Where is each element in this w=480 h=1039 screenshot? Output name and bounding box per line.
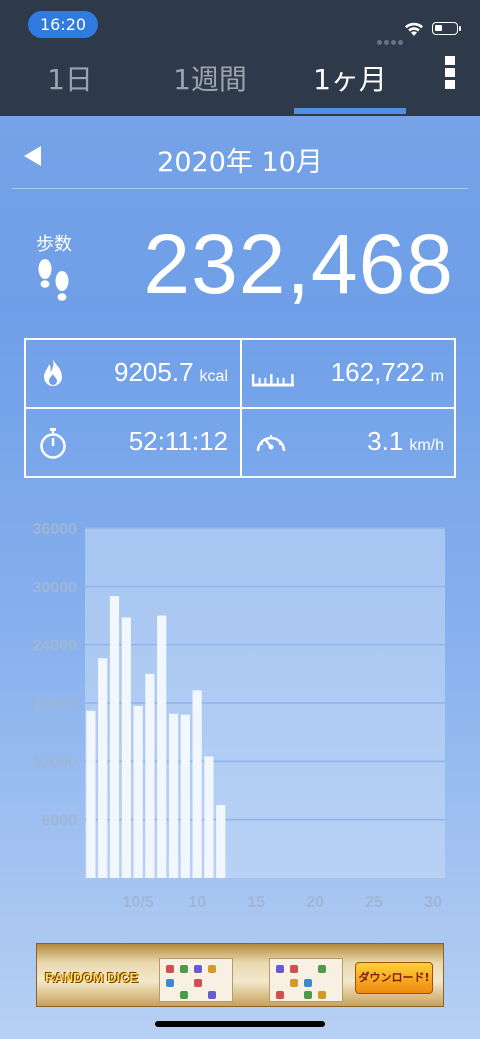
- wifi-icon: [405, 22, 423, 36]
- bar: [192, 690, 202, 878]
- status-bar: 16:20: [0, 0, 480, 48]
- y-tick-label: 30000: [33, 579, 78, 596]
- y-tick-label: 18000: [33, 696, 78, 713]
- x-tick-label: 25: [365, 894, 383, 911]
- steps-total: 232,468: [143, 217, 454, 311]
- cellular-signal-icon: [377, 30, 405, 49]
- steps-label: 歩数: [36, 234, 72, 255]
- footprints-icon: [38, 259, 69, 301]
- duration-cell: 52:11:12: [26, 409, 240, 476]
- y-tick-label: 6000: [41, 813, 77, 830]
- bar: [168, 713, 179, 878]
- bar: [86, 710, 96, 878]
- battery-icon: [432, 22, 461, 35]
- y-tick-label: 36000: [33, 521, 78, 538]
- y-tick-label: 12000: [33, 754, 78, 771]
- home-indicator[interactable]: [155, 1021, 325, 1027]
- ad-download-button[interactable]: ダウンロード!: [355, 962, 433, 994]
- stopwatch-icon: [40, 428, 66, 459]
- ruler-icon: [251, 374, 295, 387]
- divider: [12, 188, 468, 189]
- bar: [109, 596, 120, 878]
- tab-month[interactable]: 1ヶ月: [294, 60, 406, 100]
- active-tab-indicator: [294, 108, 406, 114]
- status-time: 16:20: [28, 11, 98, 38]
- ad-game-board: [159, 958, 233, 1002]
- calories-value: 9205.7 kcal: [114, 357, 228, 387]
- x-tick-label: 30: [424, 894, 442, 911]
- bar: [98, 658, 108, 878]
- speed-value: 3.1 km/h: [367, 426, 444, 456]
- stats-grid: 9205.7 kcal 162,722 m 52:11:12 3.1 km/h: [24, 338, 456, 478]
- bar: [121, 617, 131, 878]
- tab-day[interactable]: 1日: [30, 60, 110, 100]
- speedometer-icon: [256, 435, 286, 452]
- duration-value: 52:11:12: [128, 426, 228, 456]
- ad-brand: RANDOM DICE: [45, 970, 139, 985]
- calories-cell: 9205.7 kcal: [26, 340, 240, 407]
- x-tick-label: 15: [247, 894, 265, 911]
- steps-bar-chart: 36000 30000 24000 18000 12000 6000 10/5 10 15 20…: [33, 521, 445, 911]
- month-title: 2020年 10月: [157, 147, 323, 178]
- bar: [133, 705, 143, 878]
- distance-cell: 162,722 m: [242, 340, 456, 407]
- ad-game-board: [269, 958, 343, 1002]
- bar: [145, 673, 155, 878]
- more-menu-icon[interactable]: [443, 56, 457, 92]
- x-tick-label: 10/5: [123, 894, 154, 911]
- distance-value: 162,722 m: [330, 357, 444, 387]
- bar: [204, 756, 214, 878]
- speed-cell: 3.1 km/h: [242, 409, 456, 476]
- y-axis-labels: 36000 30000 24000 18000 12000 6000: [33, 521, 78, 830]
- ad-banner[interactable]: RANDOM DICE ダウンロード!: [36, 943, 444, 1007]
- bar: [216, 805, 226, 878]
- bar: [180, 714, 190, 878]
- flame-icon: [44, 359, 62, 386]
- app-header: 16:20 1日 1週間 1ヶ月: [0, 0, 480, 116]
- x-axis-labels: 10/5 10 15 20 25 30: [123, 894, 443, 911]
- month-navigation: 2020年 10月: [0, 130, 480, 180]
- x-tick-label: 20: [306, 894, 324, 911]
- period-tabs: 1日 1週間 1ヶ月: [0, 50, 480, 116]
- y-tick-label: 24000: [33, 638, 78, 655]
- bar: [157, 615, 167, 878]
- tab-week[interactable]: 1週間: [160, 60, 260, 100]
- x-tick-label: 10: [188, 894, 206, 911]
